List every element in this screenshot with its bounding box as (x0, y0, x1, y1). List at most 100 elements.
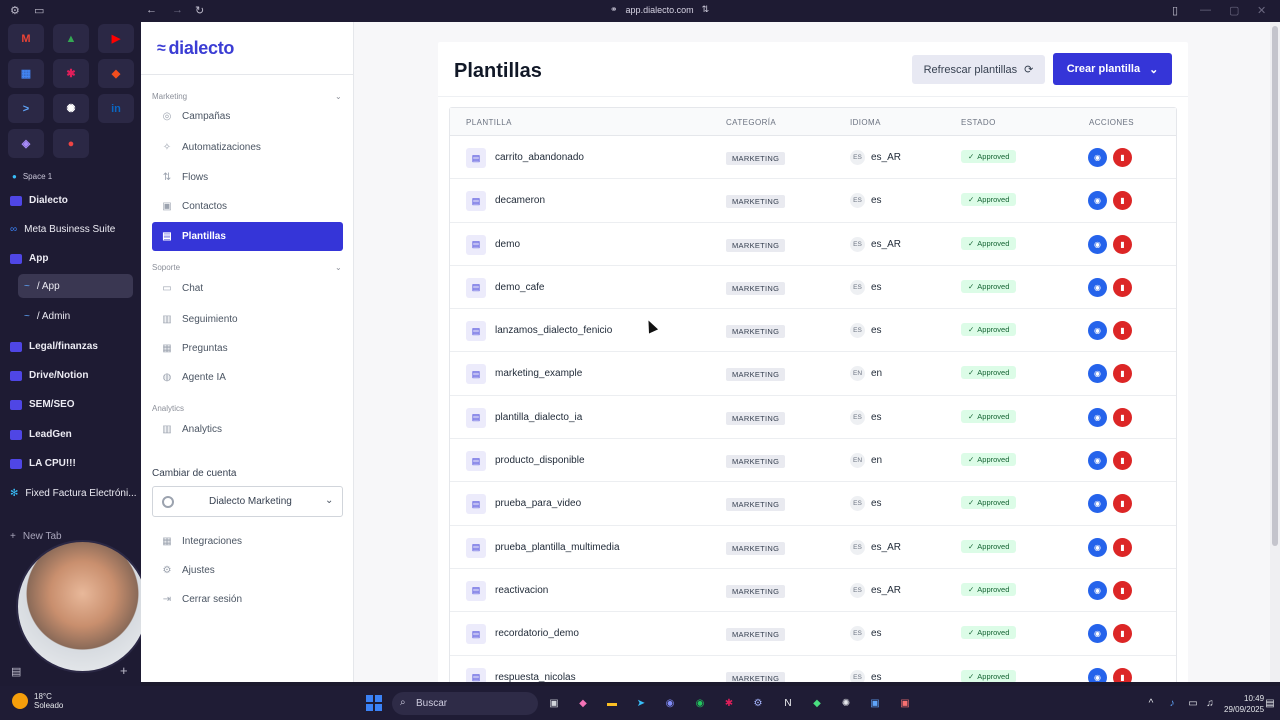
arc-tab-app[interactable]: ~ / App (24, 281, 60, 292)
chevron-down-icon[interactable]: ⌄ (335, 92, 342, 101)
sidebar-toggle-icon[interactable]: ▭ (34, 4, 44, 17)
settings-app-icon[interactable]: ⚙ (750, 695, 766, 711)
code-icon[interactable]: ▣ (867, 695, 883, 711)
delete-button[interactable]: ▮ (1113, 667, 1132, 682)
view-button[interactable]: ◉ (1088, 321, 1107, 341)
sidebar-item-integraciones[interactable]: ▦ Integraciones (152, 527, 343, 556)
arc-new-tab[interactable]: + New Tab (10, 531, 62, 542)
slack-icon[interactable]: ✱ (721, 695, 737, 711)
view-button[interactable]: ◉ (1088, 537, 1107, 557)
table-row[interactable]: ▤ demo MARKETING ES es_AR ✓ Approved ◉ ▮ (450, 223, 1176, 266)
view-button[interactable]: ◉ (1088, 148, 1107, 167)
arc-folder-dialecto[interactable]: Dialecto (10, 195, 68, 206)
table-row[interactable]: ▤ prueba_plantilla_multimedia MARKETING ES e… (450, 526, 1176, 569)
telegram-icon[interactable]: ➤ (633, 695, 649, 711)
view-button[interactable]: ◉ (1088, 667, 1107, 682)
table-row[interactable]: ▤ lanzamos_dialecto_fenicio MARKETING ES es ✓… (450, 309, 1176, 353)
terminal-icon[interactable]: > (8, 94, 44, 123)
view-button[interactable]: ◉ (1088, 277, 1107, 297)
view-button[interactable]: ◉ (1088, 364, 1107, 384)
arc-tab-meta[interactable]: ∞ Meta Business Suite (10, 224, 115, 235)
youtube-icon[interactable]: ▶ (98, 24, 134, 53)
sidebar-item-chat[interactable]: ▭ Chat (152, 274, 343, 303)
table-row[interactable]: ▤ demo_cafe MARKETING ES es ✓ Approved ◉ ▮ (450, 266, 1176, 310)
weather-widget[interactable]: 18°C Soleado (12, 692, 63, 710)
taskbar-clock[interactable]: 10:49 29/09/2025 (1224, 693, 1264, 715)
url-bar[interactable]: ⚭ app.dialecto.com ⇅ (610, 4, 709, 15)
recorder-icon[interactable]: ▣ (897, 695, 913, 711)
account-select[interactable]: Dialecto Marketing ⌄ (152, 486, 343, 517)
arc-browser-icon[interactable]: ◆ (575, 695, 591, 711)
split-view-icon[interactable]: ▯ (1172, 4, 1178, 17)
delete-button[interactable]: ▮ (1113, 148, 1132, 167)
delete-button[interactable]: ▮ (1113, 580, 1132, 600)
close-icon[interactable]: ✕ (1257, 4, 1266, 17)
chatgpt-icon[interactable]: ✺ (838, 695, 854, 711)
sidebar-item-campanas[interactable]: ◎ Campañas (152, 102, 343, 131)
table-row[interactable]: ▤ respuesta_nicolas MARKETING ES es ✓ Approved… (450, 656, 1176, 682)
arc-folder-cpu[interactable]: LA CPU!!! (10, 458, 76, 469)
add-icon[interactable]: + (120, 663, 128, 678)
windows-start-icon[interactable] (366, 695, 382, 711)
taskbar-search[interactable]: ⌕ Buscar (392, 692, 538, 715)
table-row[interactable]: ▤ recordatorio_demo MARKETING ES es ✓ Approved… (450, 612, 1176, 656)
sidebar-item-seguimiento[interactable]: ▥ Seguimiento (152, 305, 343, 334)
network-icon[interactable]: ▭ (1185, 695, 1201, 711)
view-button[interactable]: ◉ (1088, 234, 1107, 254)
delete-button[interactable]: ▮ (1113, 624, 1132, 644)
delete-button[interactable]: ▮ (1113, 234, 1132, 254)
arc-folder-legal[interactable]: Legal/finanzas (10, 341, 98, 352)
settings-icon[interactable]: ⚙ (10, 4, 20, 17)
chevron-up-icon[interactable]: ^ (1143, 695, 1159, 711)
tune-icon[interactable]: ⇅ (702, 4, 710, 15)
table-row[interactable]: ▤ producto_disponible MARKETING EN en ✓ Approv… (450, 439, 1176, 483)
sidebar-item-flows[interactable]: ⇅ Flows (152, 163, 343, 192)
drive-icon[interactable]: ▲ (53, 24, 89, 53)
record-icon[interactable]: ● (53, 129, 89, 158)
task-view-icon[interactable]: ▣ (546, 695, 562, 711)
view-button[interactable]: ◉ (1088, 624, 1107, 644)
gmail-icon[interactable]: M (8, 24, 44, 53)
linkedin-icon[interactable]: in (98, 94, 134, 123)
sidebar-item-cerrar-sesion[interactable]: ⇥ Cerrar sesión (152, 585, 343, 614)
table-row[interactable]: ▤ carrito_abandonado MARKETING ES es_AR ✓ Appr… (450, 136, 1176, 180)
archive-icon[interactable]: ▤ (11, 665, 21, 678)
sidebar-item-automatizaciones[interactable]: ✧ Automatizaciones (152, 133, 343, 162)
calendar-icon[interactable]: ▦ (8, 59, 44, 88)
create-template-button[interactable]: Crear plantilla ⌄ (1053, 53, 1172, 85)
sidebar-item-preguntas[interactable]: ▦ Preguntas (152, 334, 343, 363)
back-icon[interactable]: ← (146, 4, 157, 16)
table-row[interactable]: ▤ marketing_example MARKETING EN en ✓ Approved… (450, 352, 1176, 396)
vpn-icon[interactable]: ◆ (809, 695, 825, 711)
delete-button[interactable]: ▮ (1113, 494, 1132, 514)
page-scrollbar[interactable] (1270, 22, 1280, 682)
arc-tab-admin[interactable]: ~ / Admin (24, 311, 70, 322)
reload-icon[interactable]: ↻ (195, 4, 204, 17)
sidebar-item-ajustes[interactable]: ⚙ Ajustes (152, 556, 343, 585)
delete-button[interactable]: ▮ (1113, 364, 1132, 384)
dialecto-logo[interactable]: ≈ dialecto (157, 38, 234, 59)
app-icon[interactable]: ◈ (8, 129, 44, 158)
table-row[interactable]: ▤ plantilla_dialecto_ia MARKETING ES es ✓ Appr… (450, 396, 1176, 440)
chevron-down-icon[interactable]: ⌄ (335, 263, 342, 272)
view-button[interactable]: ◉ (1088, 451, 1107, 471)
arc-folder-sem[interactable]: SEM/SEO (10, 399, 75, 410)
arc-folder-app[interactable]: App (10, 253, 48, 264)
arc-tab-factura[interactable]: ✻ Fixed Factura Electróni... (10, 488, 137, 499)
refresh-templates-button[interactable]: Refrescar plantillas ⟳ (912, 55, 1045, 84)
view-button[interactable]: ◉ (1088, 580, 1107, 600)
volume-icon[interactable]: ♫ (1202, 695, 1218, 711)
minimize-icon[interactable]: — (1200, 4, 1211, 16)
notifications-icon[interactable]: ▤ (1262, 695, 1278, 711)
delete-button[interactable]: ▮ (1113, 451, 1132, 471)
delete-button[interactable]: ▮ (1113, 537, 1132, 557)
sidebar-item-analytics[interactable]: ▥ Analytics (152, 415, 343, 444)
figma-icon[interactable]: ◆ (98, 59, 134, 88)
delete-button[interactable]: ▮ (1113, 321, 1132, 341)
view-button[interactable]: ◉ (1088, 494, 1107, 514)
notion-icon[interactable]: N (780, 695, 796, 711)
table-row[interactable]: ▤ prueba_para_video MARKETING ES es ✓ Approved… (450, 482, 1176, 526)
sidebar-item-contactos[interactable]: ▣ Contactos (152, 192, 343, 221)
table-row[interactable]: ▤ decameron MARKETING ES es ✓ Approved ◉ ▮ (450, 179, 1176, 223)
arc-folder-leadgen[interactable]: LeadGen (10, 429, 72, 440)
